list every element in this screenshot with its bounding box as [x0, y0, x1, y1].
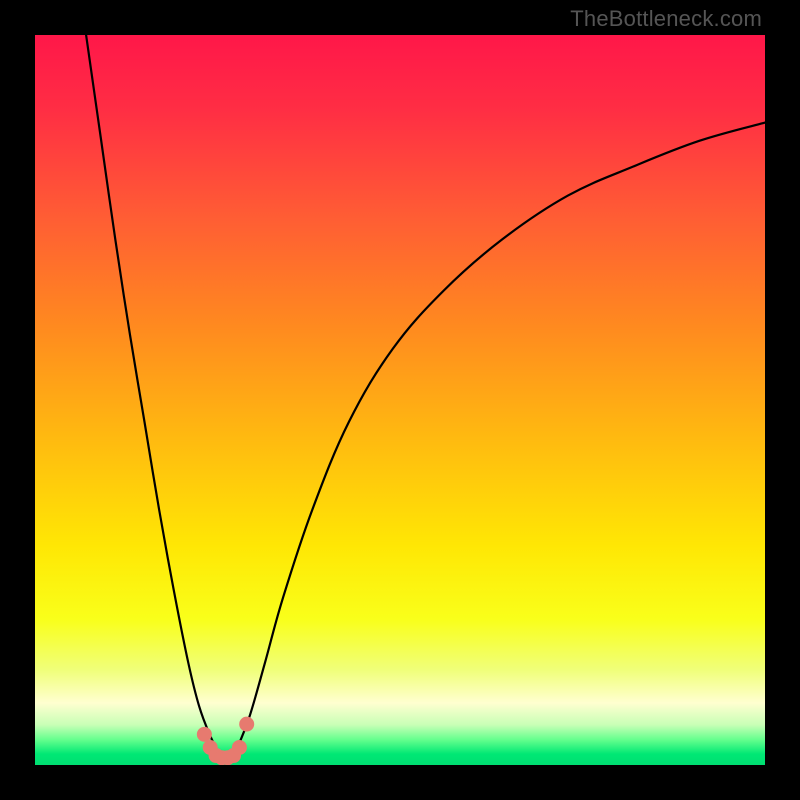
threshold-marker [232, 740, 247, 755]
plot-area [35, 35, 765, 765]
threshold-marker [197, 727, 212, 742]
curve-left-branch [86, 35, 223, 758]
chart-frame: TheBottleneck.com [0, 0, 800, 800]
threshold-marker [239, 717, 254, 732]
curve-layer [35, 35, 765, 765]
watermark-text: TheBottleneck.com [570, 6, 762, 32]
curve-right-branch [234, 123, 765, 758]
